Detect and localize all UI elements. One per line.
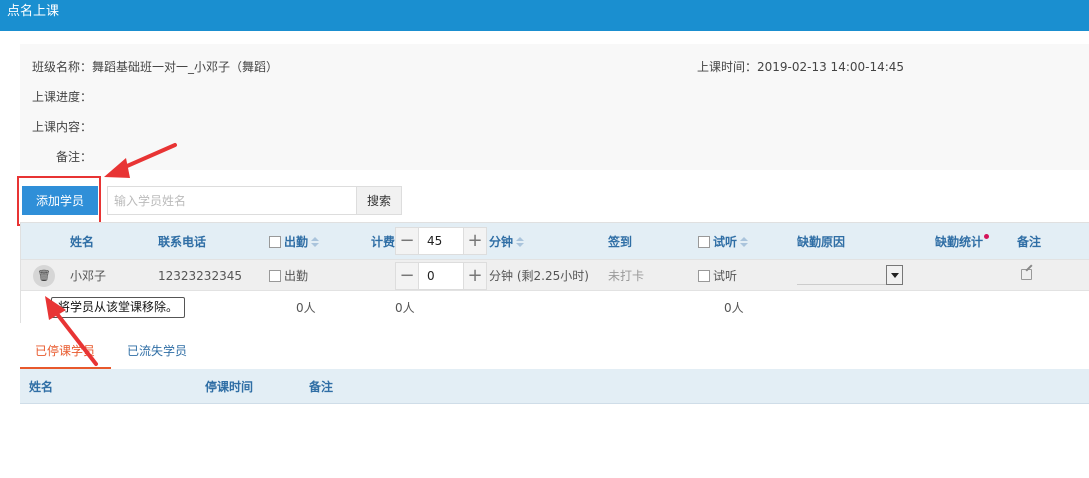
- content-label: 上课内容：: [32, 120, 93, 134]
- window-title: 点名上课: [0, 0, 1089, 31]
- header-minutes-label: 分钟: [489, 235, 514, 249]
- minutes-remaining: 分钟 (剩2.25小时): [489, 269, 589, 283]
- student-search-input[interactable]: [107, 186, 357, 215]
- fee-stepper-header: − +: [395, 227, 487, 255]
- sort-minutes-icon[interactable]: [516, 237, 525, 247]
- fee-stepper-row: − +: [395, 262, 487, 290]
- class-name: 班级名称：舞蹈基础班一对一_小邓子（舞蹈）: [32, 60, 279, 74]
- header-absence-stats: 缺勤统计: [935, 235, 984, 249]
- trial-all-checkbox[interactable]: [698, 236, 710, 248]
- header-phone: 联系电话: [158, 235, 207, 249]
- student-phone: 12323232345: [158, 269, 242, 283]
- chevron-down-icon[interactable]: [886, 265, 903, 285]
- table2-header-name: 姓名: [29, 380, 54, 394]
- progress-label: 上课进度：: [32, 90, 93, 104]
- table2-header-suspend-time: 停课时间: [205, 380, 254, 394]
- class-info-panel: 班级名称：舞蹈基础班一对一_小邓子（舞蹈） 上课时间：2019-02-13 14…: [20, 44, 1089, 170]
- trial-checkbox[interactable]: [698, 270, 710, 282]
- header-minutes[interactable]: 分钟: [489, 235, 525, 249]
- fee-minus-button[interactable]: −: [396, 228, 418, 254]
- student-name: 小邓子: [70, 269, 107, 283]
- fee-plus-button[interactable]: +: [464, 228, 486, 254]
- header-name: 姓名: [70, 235, 95, 249]
- header-trial-label: 试听: [713, 235, 738, 249]
- header-attendance[interactable]: 出勤: [269, 235, 320, 249]
- search-button[interactable]: 搜索: [356, 186, 402, 215]
- absence-reason-select[interactable]: [797, 265, 903, 285]
- notification-dot-icon: [984, 234, 989, 239]
- trial-toggle[interactable]: 试听: [698, 269, 737, 283]
- row-fee-input[interactable]: [418, 263, 464, 289]
- remove-student-tooltip: 将学员从该堂课移除。: [51, 297, 185, 318]
- checkin-status: 未打卡: [608, 269, 645, 283]
- attendance-all-checkbox[interactable]: [269, 236, 281, 248]
- tab-lost-students[interactable]: 已流失学员: [127, 337, 187, 369]
- header-fee: 计费: [371, 235, 396, 249]
- sort-trial-icon[interactable]: [740, 237, 749, 247]
- attendance-checkbox[interactable]: [269, 270, 281, 282]
- table-header: 姓名 联系电话 出勤 计费 − + 分钟 签到 试听 缺勤原因 缺勤统计 备注: [21, 223, 1089, 259]
- attendance-label: 出勤: [284, 269, 309, 283]
- trial-label: 试听: [713, 269, 738, 283]
- row-fee-minus-button[interactable]: −: [396, 263, 418, 289]
- row-fee-plus-button[interactable]: +: [464, 263, 486, 289]
- header-trial[interactable]: 试听: [698, 235, 749, 249]
- remark-label: 备注：: [56, 150, 93, 164]
- fee-all-input[interactable]: [418, 228, 464, 254]
- header-attendance-label: 出勤: [284, 235, 309, 249]
- attendance-toggle[interactable]: 出勤: [269, 269, 308, 283]
- edit-icon[interactable]: [1021, 269, 1032, 280]
- header-absence-reason: 缺勤原因: [797, 235, 846, 249]
- class-time: 上课时间：2019-02-13 14:00-14:45: [697, 60, 905, 74]
- fee-count: 0人: [395, 301, 415, 315]
- tab-suspended-students[interactable]: 已停课学员: [20, 337, 111, 369]
- trash-icon[interactable]: 🗑: [33, 265, 55, 287]
- header-remark: 备注: [1017, 235, 1042, 249]
- attendance-count: 0人: [296, 301, 316, 315]
- add-student-button[interactable]: 添加学员: [22, 186, 98, 215]
- sort-attendance-icon[interactable]: [311, 237, 320, 247]
- table2-header-remark: 备注: [309, 380, 334, 394]
- suspended-students-table: 姓名 停课时间 备注: [20, 369, 1089, 404]
- header-checkin: 签到: [608, 235, 633, 249]
- table-row: 🗑 小邓子 12323232345 出勤 − + 分钟 (剩2.25小时) 未打…: [21, 259, 1089, 291]
- trial-count: 0人: [724, 301, 744, 315]
